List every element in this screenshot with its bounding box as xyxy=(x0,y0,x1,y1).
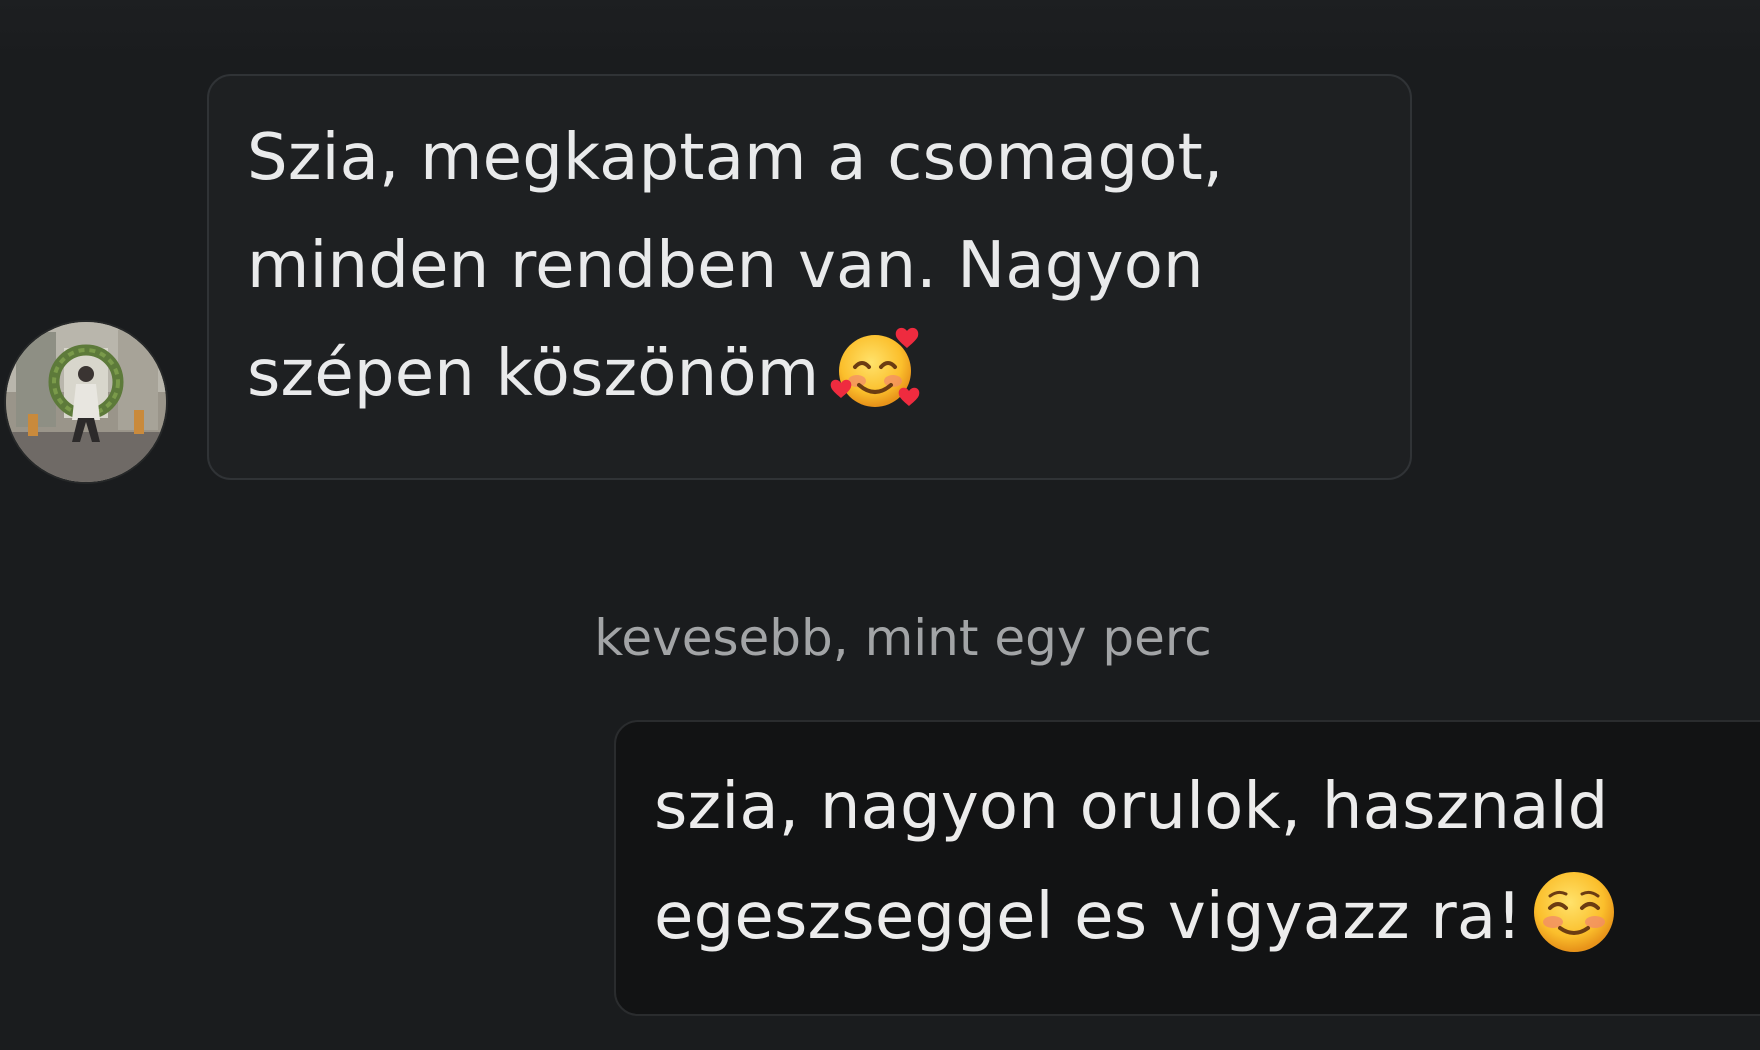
avatar[interactable] xyxy=(6,322,166,482)
avatar-photo xyxy=(6,322,166,482)
chat-thread: Szia, megkaptam a csomagot, minden rendb… xyxy=(0,0,1760,1050)
message-timestamp: kevesebb, mint egy perc xyxy=(594,609,1212,667)
outgoing-message-text: szia, nagyon orulok, hasznald egeszsegge… xyxy=(654,752,1760,972)
smiling-face-with-hearts-icon xyxy=(829,321,925,417)
outgoing-message-bubble[interactable]: szia, nagyon orulok, hasznald egeszsegge… xyxy=(614,720,1760,1016)
incoming-message-bubble[interactable]: Szia, megkaptam a csomagot, minden rendb… xyxy=(207,74,1412,480)
smiling-face-icon xyxy=(1526,864,1622,960)
incoming-message-text: Szia, megkaptam a csomagot, minden rendb… xyxy=(247,104,1377,428)
